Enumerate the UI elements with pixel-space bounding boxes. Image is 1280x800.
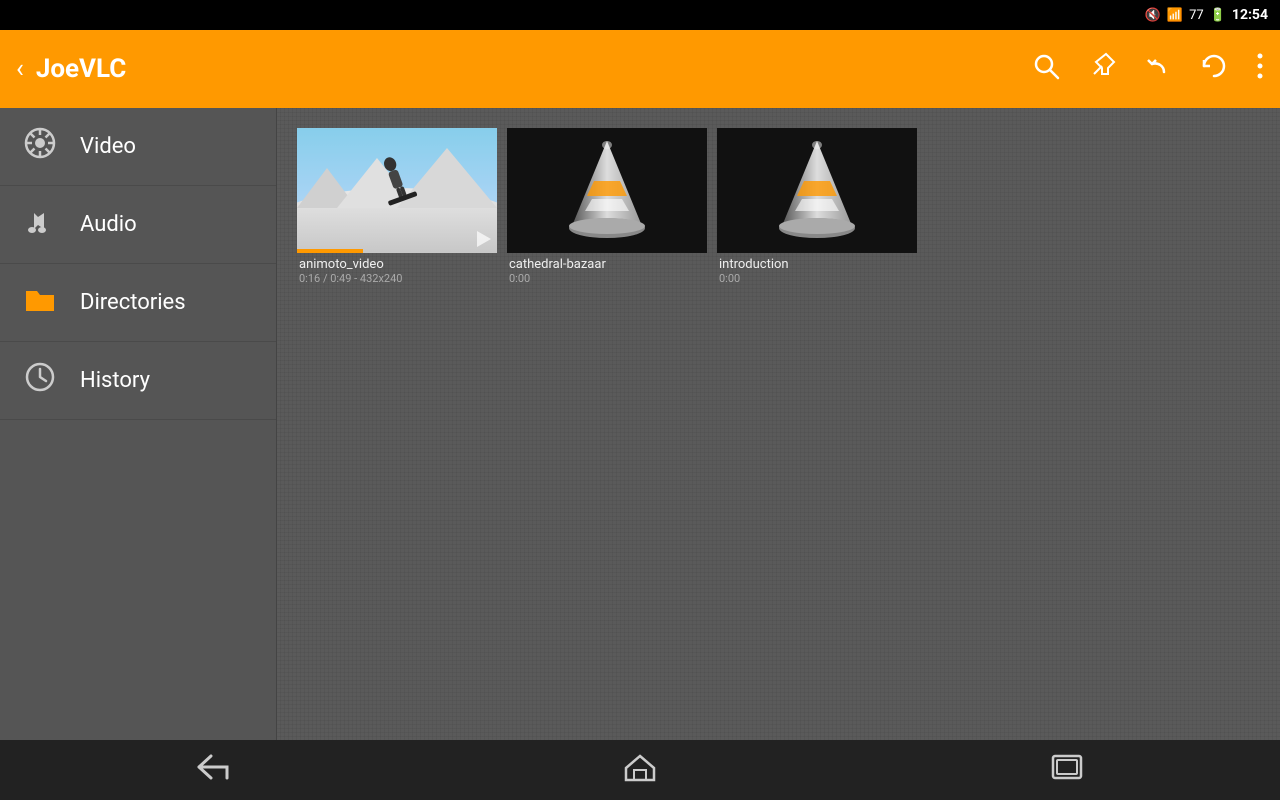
nav-recent-button[interactable] [1019,744,1115,797]
search-icon[interactable] [1032,52,1060,87]
status-time: 12:54 [1232,7,1268,23]
media-meta-animoto: 0:16 / 0:49 - 432x240 [299,272,495,285]
play-button-animoto[interactable] [477,231,491,247]
nav-back-button[interactable] [165,744,261,797]
media-card-animoto[interactable]: animoto_video 0:16 / 0:49 - 432x240 [297,128,497,289]
history-icon [20,359,60,403]
media-info-introduction: introduction 0:00 [717,253,917,289]
media-meta-introduction: 0:00 [719,272,915,285]
sidebar: Video Audio Directories [0,108,277,740]
nav-bar [0,740,1280,800]
toolbar-back-button[interactable]: ‹ [16,54,24,84]
directories-icon [20,281,60,325]
nav-home-button[interactable] [592,744,688,797]
sidebar-item-history-label: History [80,368,150,393]
media-meta-cathedral: 0:00 [509,272,705,285]
media-thumb-introduction [717,128,917,253]
toolbar: ‹ JoeVLC [0,30,1280,108]
pin-icon[interactable] [1088,52,1116,87]
sidebar-item-history[interactable]: History [0,342,276,420]
audio-icon [20,203,60,247]
media-title-cathedral: cathedral-bazaar [509,257,705,272]
more-icon[interactable] [1256,52,1264,87]
sidebar-item-directories[interactable]: Directories [0,264,276,342]
video-icon [20,125,60,169]
wifi-icon: 📶 [1167,8,1183,23]
undo-icon[interactable] [1144,52,1172,87]
media-card-cathedral[interactable]: cathedral-bazaar 0:00 [507,128,707,289]
media-title-animoto: animoto_video [299,257,495,272]
sidebar-item-audio[interactable]: Audio [0,186,276,264]
media-info-cathedral: cathedral-bazaar 0:00 [507,253,707,289]
progress-bar-animoto [297,249,363,253]
sidebar-item-video[interactable]: Video [0,108,276,186]
media-thumb-cathedral [507,128,707,253]
main-container: Video Audio Directories [0,108,1280,740]
battery-level: 77 [1189,8,1204,23]
media-info-animoto: animoto_video 0:16 / 0:49 - 432x240 [297,253,497,289]
toolbar-title: JoeVLC [36,54,1032,84]
status-bar: 🔇 📶 77 🔋 12:54 [0,0,1280,30]
media-thumb-animoto [297,128,497,253]
battery-icon: 🔋 [1210,8,1226,23]
media-card-introduction[interactable]: introduction 0:00 [717,128,917,289]
sidebar-item-directories-label: Directories [80,290,186,315]
refresh-icon[interactable] [1200,52,1228,87]
media-title-introduction: introduction [719,257,915,272]
content-area: animoto_video 0:16 / 0:49 - 432x240 [277,108,1280,740]
sidebar-item-video-label: Video [80,134,136,159]
mute-icon: 🔇 [1145,8,1161,23]
toolbar-actions [1032,52,1264,87]
status-bar-right: 🔇 📶 77 🔋 12:54 [1145,7,1268,23]
sidebar-item-audio-label: Audio [80,212,137,237]
